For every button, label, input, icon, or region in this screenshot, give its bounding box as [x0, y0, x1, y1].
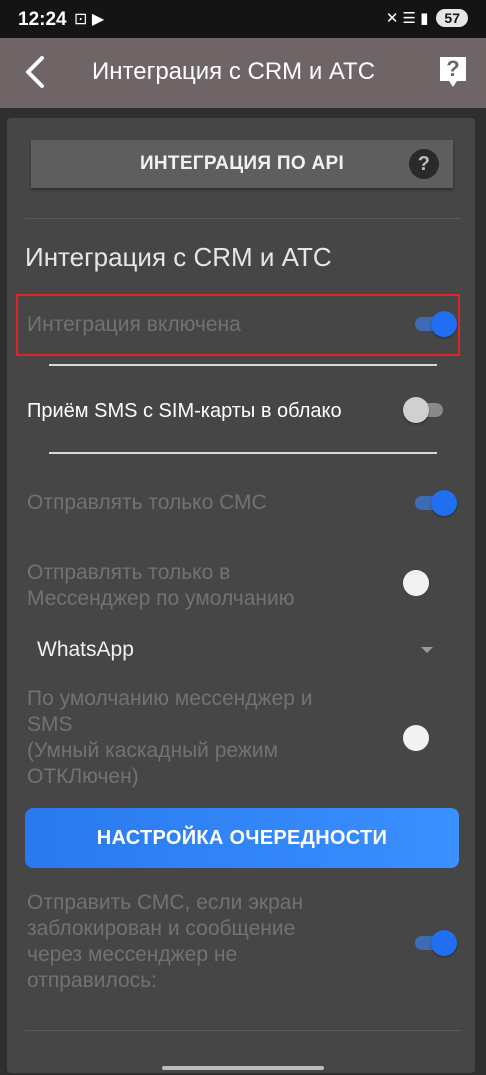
send-sms-locked-line2: заблокирован и сообщение — [27, 917, 296, 940]
app-bar: Интеграция с CRM и АТС ? — [0, 38, 486, 108]
section-title: Интеграция с CRM и АТС — [25, 242, 332, 272]
settings-panel: ИНТЕГРАЦИЯ ПО API ? Интеграция с CRM и А… — [7, 118, 475, 1073]
default-messenger-sms-label: По умолчанию мессенджер и SMS (Умный кас… — [27, 686, 312, 790]
sms-cloud-toggle[interactable] — [403, 395, 447, 425]
help-button[interactable]: ? — [438, 55, 468, 89]
queue-settings-label: НАСТРОЙКА ОЧЕРЕДНОСТИ — [96, 826, 388, 849]
only-messenger-toggle[interactable] — [403, 570, 429, 596]
send-sms-locked-toggle[interactable] — [413, 928, 457, 958]
dropdown-arrow-icon[interactable] — [421, 647, 433, 653]
only-sms-toggle[interactable] — [413, 488, 457, 518]
separator-line — [49, 452, 437, 454]
section-divider — [25, 218, 461, 219]
status-bar: 12:24 ⊡ ▶ ✕ ☰ ▮ 57 — [0, 0, 486, 38]
bottom-divider — [25, 1030, 461, 1031]
default-messenger-line4: ОТКЛючен) — [27, 765, 139, 788]
default-messenger-sms-toggle[interactable] — [403, 725, 429, 751]
battery-icon: 57 — [436, 9, 468, 27]
send-sms-locked-line4: отправилось: — [27, 969, 157, 992]
only-messenger-label: Отправлять только в Мессенджер по умолча… — [27, 560, 294, 612]
send-sms-locked-line3: через мессенджер не — [27, 943, 238, 966]
only-messenger-line2: Мессенджер по умолчанию — [27, 587, 295, 610]
back-button[interactable] — [18, 52, 54, 92]
page-title: Интеграция с CRM и АТС — [92, 58, 376, 85]
send-sms-locked-label: Отправить СМС, если экран заблокирован и… — [27, 890, 303, 994]
default-messenger-line3: (Умный каскадный режим — [27, 739, 279, 762]
integration-enabled-label: Интеграция включена — [27, 313, 241, 336]
only-sms-label: Отправлять только СМС — [27, 491, 267, 514]
toggle-thumb — [431, 490, 457, 516]
help-question-mark: ? — [446, 56, 460, 81]
sms-cloud-label: Приём SMS с SIM-карты в облако — [27, 400, 342, 422]
status-system-icons: ✕ ☰ ▮ 57 — [386, 9, 468, 27]
default-messenger-line1: По умолчанию мессенджер и — [27, 687, 313, 710]
integration-enabled-toggle[interactable] — [413, 309, 457, 339]
messenger-select[interactable]: WhatsApp — [37, 638, 134, 662]
only-messenger-line1: Отправлять только в — [27, 561, 231, 584]
queue-settings-button[interactable]: НАСТРОЙКА ОЧЕРЕДНОСТИ — [25, 808, 459, 868]
home-indicator[interactable] — [162, 1066, 324, 1070]
toggle-thumb — [403, 397, 429, 423]
toggle-thumb — [431, 930, 457, 956]
signal-icons: ✕ ☰ ▮ — [385, 10, 429, 27]
back-arrow-icon — [26, 56, 44, 88]
api-help-icon[interactable]: ? — [409, 149, 439, 179]
status-time: 12:24 — [18, 9, 67, 30]
toggle-thumb — [431, 311, 457, 337]
api-integration-button[interactable]: ИНТЕГРАЦИЯ ПО API ? — [31, 140, 453, 188]
api-integration-label: ИНТЕГРАЦИЯ ПО API — [139, 153, 345, 174]
status-notification-icons: ⊡ ▶ — [74, 11, 105, 28]
default-messenger-line2: SMS — [27, 713, 73, 736]
separator-line — [49, 364, 437, 366]
send-sms-locked-line1: Отправить СМС, если экран — [27, 891, 304, 914]
